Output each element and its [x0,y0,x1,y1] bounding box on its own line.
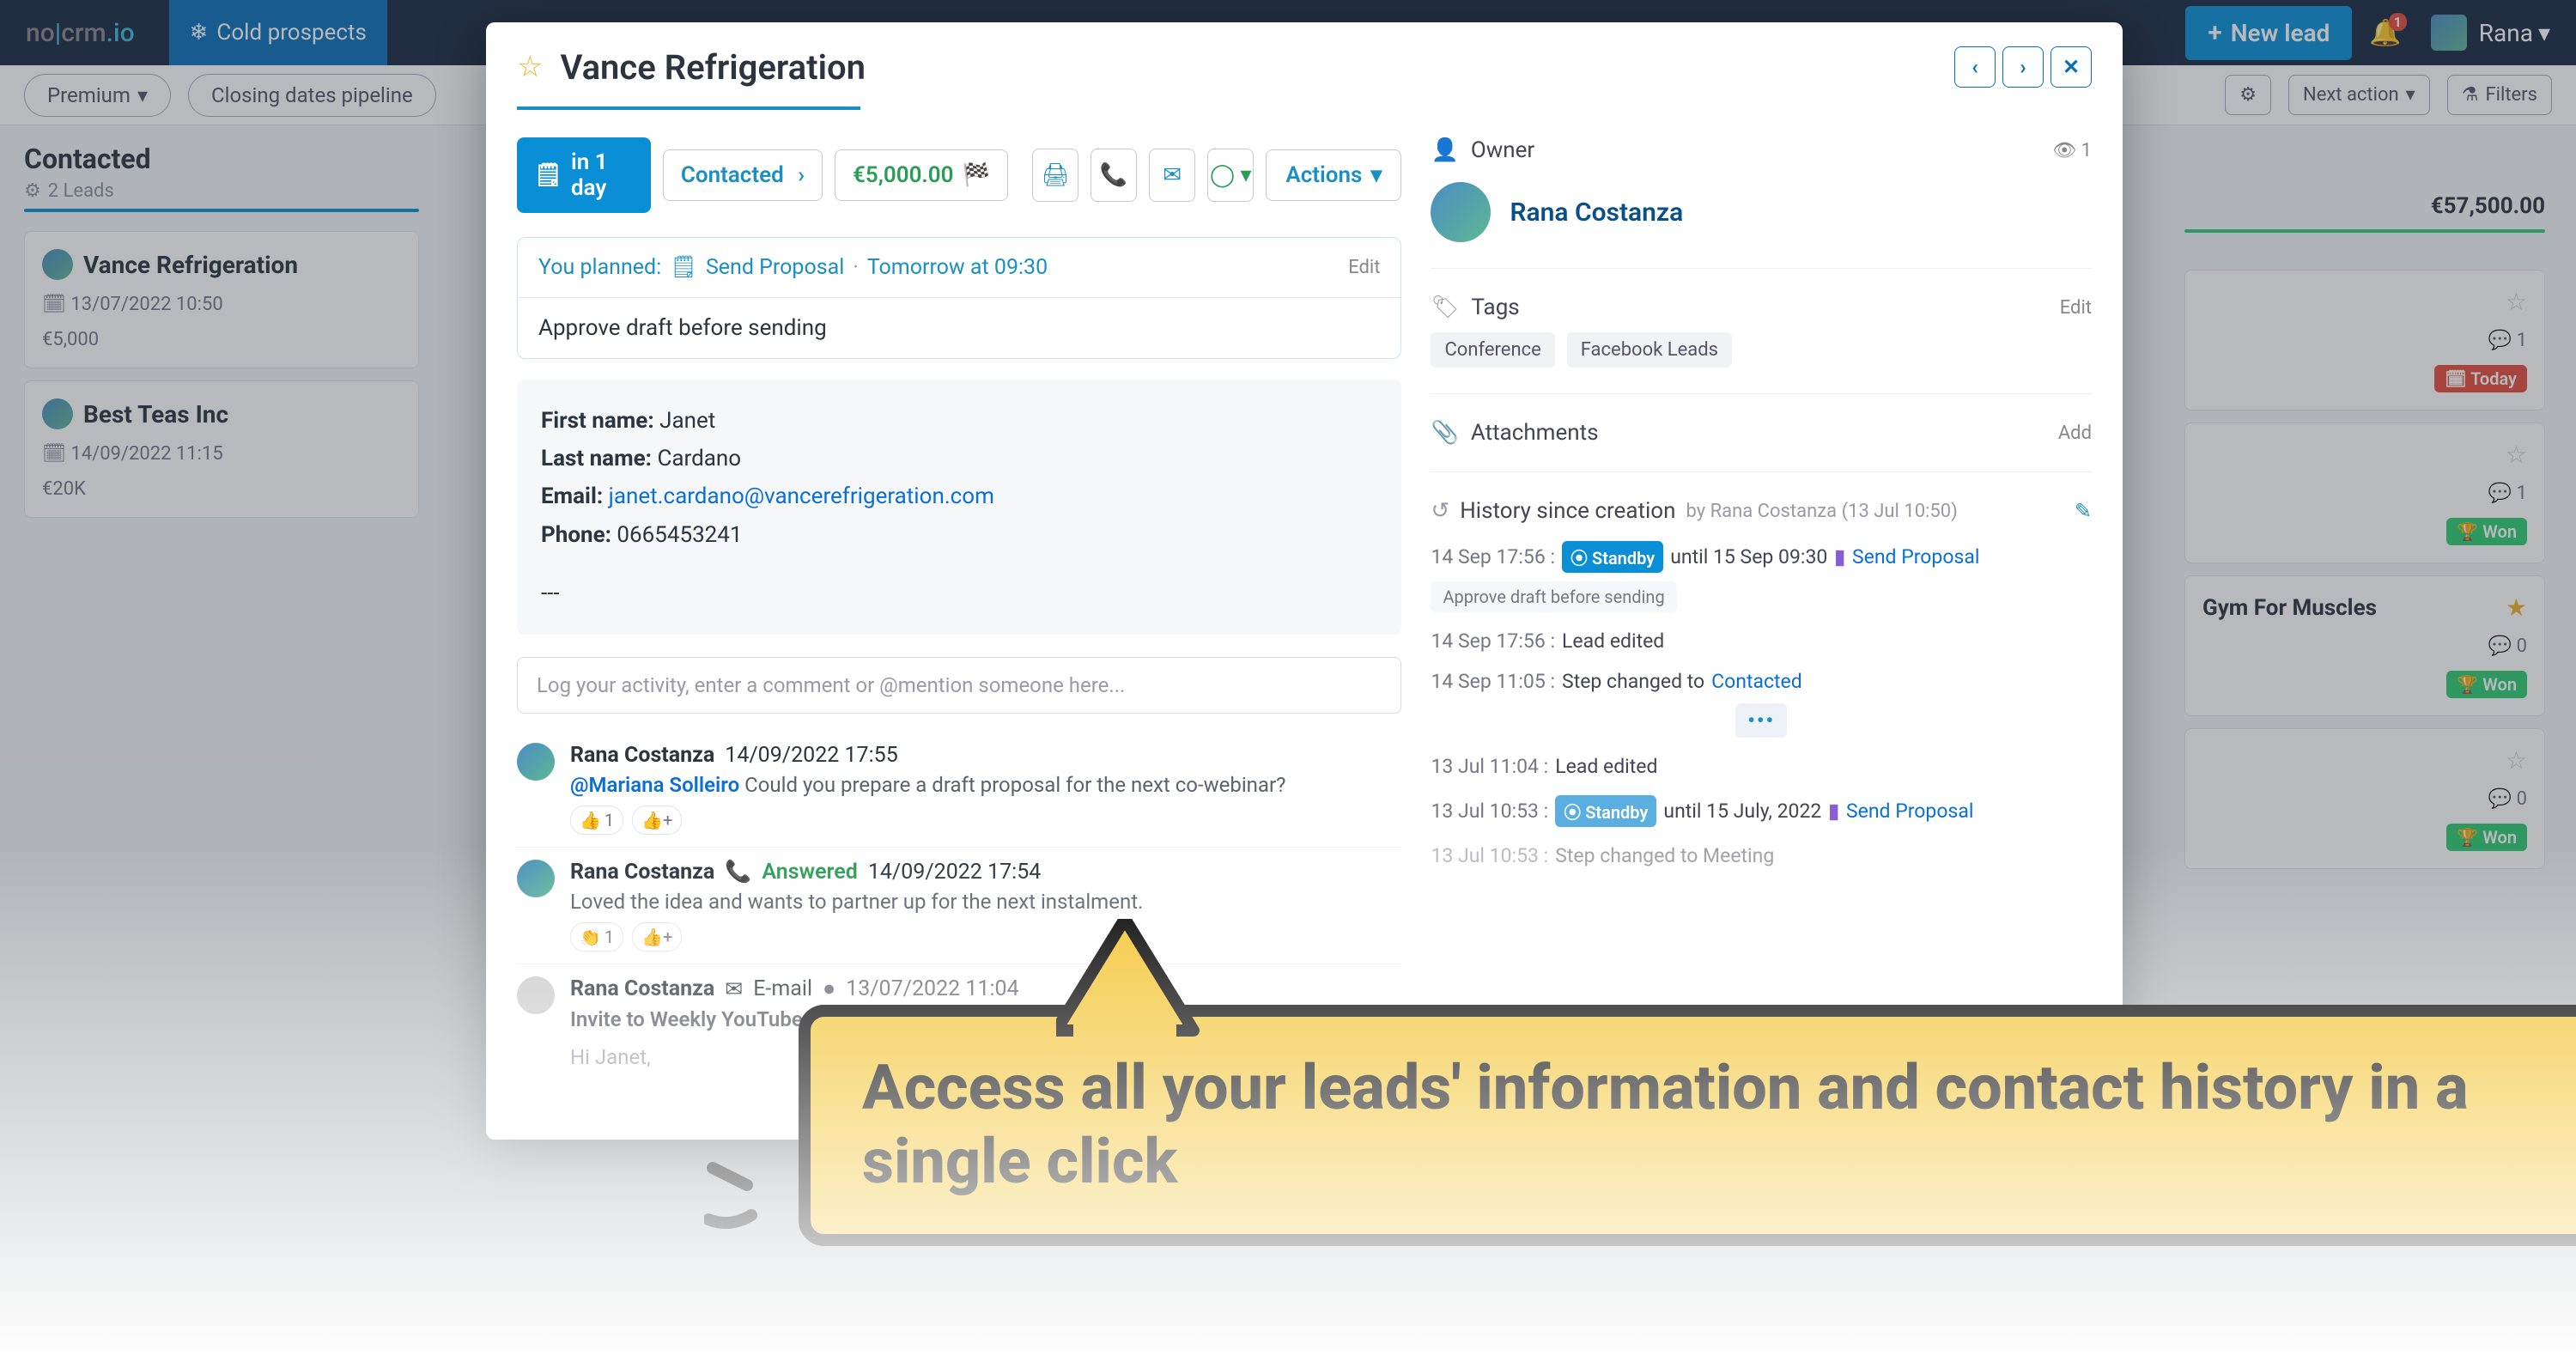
history-row: 13 Jul 10:53 : Step changed to Meeting [1431,844,2092,867]
owner-avatar [1431,182,1491,242]
reaction[interactable]: 👏1 [570,922,623,952]
avatar [517,860,555,897]
tags-edit[interactable]: Edit [2060,297,2092,319]
email-icon[interactable]: ✉ [1149,149,1195,202]
tag[interactable]: Facebook Leads [1567,332,1732,368]
history-row: 14 Sep 17:56 : Lead edited [1431,629,2092,653]
history-more[interactable]: ••• [1735,703,1787,738]
owner-name[interactable]: Rana Costanza [1510,198,1683,228]
email-link[interactable]: janet.cardano@vancerefrigeration.com [609,483,994,509]
due-button[interactable]: 🗒 in 1 day [517,137,651,213]
avatar [517,743,555,781]
tag[interactable]: Conference [1431,332,1554,368]
plan-action: Send Proposal [706,255,844,280]
next-button[interactable]: › [2002,46,2044,88]
add-attachment[interactable]: Add [2058,423,2092,444]
history-edit-icon[interactable]: ✎ [2075,499,2092,523]
mention[interactable]: @Mariana Solleiro [570,773,739,797]
feed-item: Rana Costanza14/09/2022 17:55 @Mariana S… [517,731,1401,848]
tags-section: 🏷Tags Edit [1431,295,2092,320]
star-icon[interactable]: ☆ [517,50,543,84]
step-button[interactable]: Contacted › [663,149,823,201]
history-section: ↺ History since creation by Rana Costanz… [1431,498,2092,524]
add-reaction[interactable]: 👍+ [632,922,682,952]
view-count: 👁 1 [2052,140,2092,161]
attachments-section: 📎Attachments Add [1431,420,2092,446]
check-icon[interactable]: ◯ ▾ [1207,149,1254,202]
lead-title: Vance Refrigeration [560,47,865,88]
amount-button[interactable]: €5,000.00 🏁 [835,149,1008,201]
plan-when: Tomorrow at 09:30 [867,255,1048,280]
contact-info: First name: Janet Last name: Cardano Ema… [517,380,1401,635]
plan-label: You planned: [538,255,661,280]
promo-callout: Access all your leads' information and c… [799,1005,2576,1246]
phone-icon[interactable]: 📞 [1091,149,1137,202]
history-row: 13 Jul 10:53 : ⦿ Standby until 15 July, … [1431,795,2092,827]
plan-note: Approve draft before sending [518,298,1400,358]
plan-edit[interactable]: Edit [1348,257,1380,278]
prev-button[interactable]: ‹ [1954,46,1996,88]
history-row: 13 Jul 11:04 : Lead edited [1431,755,2092,778]
avatar [517,976,555,1014]
history-note: Approve draft before sending [1431,581,1676,612]
history-row: 14 Sep 17:56 : ⦿ Standby until 15 Sep 09… [1431,541,2092,573]
reaction[interactable]: 👍1 [570,806,623,835]
add-reaction[interactable]: 👍+ [632,806,682,835]
print-icon[interactable]: 🖨 [1032,149,1078,202]
lead-detail-modal: ☆ Vance Refrigeration ‹ › ✕ 🗒 in 1 day C… [486,22,2123,1140]
owner-section: 👤Owner 👁 1 [1431,137,2092,163]
history-row: 14 Sep 11:05 : Step changed to Contacted [1431,670,2092,693]
actions-dropdown[interactable]: Actions ▾ [1266,149,1401,201]
activity-input[interactable]: Log your activity, enter a comment or @m… [517,657,1401,714]
close-button[interactable]: ✕ [2050,46,2092,88]
feed-item: Rana Costanza📞Answered14/09/2022 17:54 L… [517,848,1401,964]
planned-action-card: You planned: 🗒 Send Proposal · Tomorrow … [517,237,1401,359]
